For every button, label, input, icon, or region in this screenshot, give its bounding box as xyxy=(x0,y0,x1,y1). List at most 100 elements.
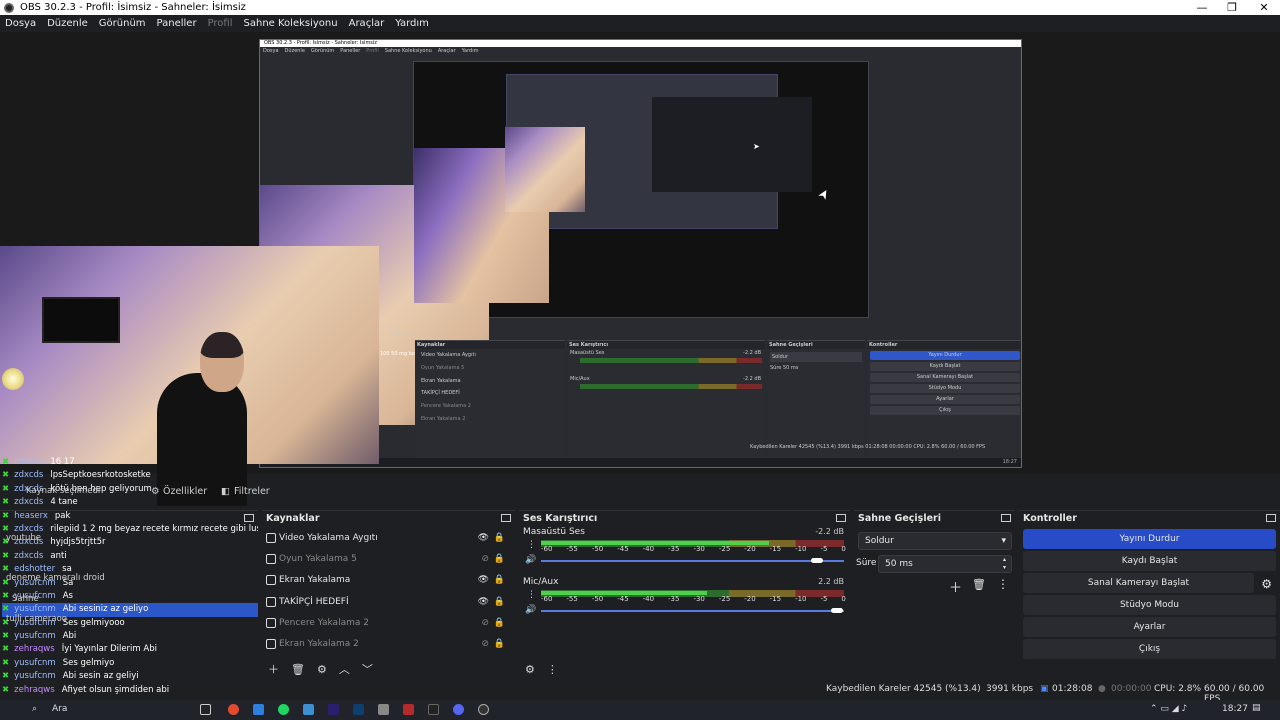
undock-icon[interactable] xyxy=(1266,514,1276,522)
nested-sources: Kaynaklar Video Yakalama Aygıtı Oyun Yak… xyxy=(415,340,565,460)
meter-scale: -60 -55 -50 -45 -40 -35 -30 -25 -20 -15 -10 -5 0 xyxy=(541,545,846,553)
scene-item[interactable]: Sahne xyxy=(12,594,39,604)
menu-scene-collection[interactable]: Sahne Koleksiyonu xyxy=(244,18,338,29)
source-item[interactable]: Ekran Yakalama 👁 🔒 xyxy=(262,570,515,591)
menu-profile[interactable]: Profil xyxy=(208,18,233,29)
source-item[interactable]: Video Yakalama Aygıtı 👁 🔒 xyxy=(262,527,515,548)
lock-icon[interactable]: 🔒 xyxy=(494,533,505,543)
menu-tools[interactable]: Araçlar xyxy=(349,18,385,29)
windows-taskbar: ⌕ Ara ⌃ ▭ ◢ ♪ 18:27 ▤ xyxy=(0,700,1280,720)
visibility-icon[interactable]: 👁 xyxy=(478,575,489,585)
volume-knob[interactable] xyxy=(831,608,843,613)
terminal-icon[interactable] xyxy=(428,704,439,715)
lock-icon[interactable]: 🔒 xyxy=(494,554,505,564)
scene-item[interactable]: youtube xyxy=(6,533,41,543)
source-item[interactable]: TAKİPÇİ HEDEFİ 👁 🔒 xyxy=(262,591,515,612)
more-icon[interactable]: ⋮ xyxy=(527,590,536,600)
obs-taskbar-icon[interactable] xyxy=(478,704,489,715)
menu-view[interactable]: Görünüm xyxy=(99,18,146,29)
exit-button[interactable]: Çıkış xyxy=(1023,639,1276,659)
notification-icon[interactable]: ▤ xyxy=(1252,703,1261,713)
transition-select[interactable]: Soldur ▾ xyxy=(858,532,1012,550)
nested-studio-mode: Stüdyo Modu xyxy=(870,384,1020,393)
menu-file[interactable]: Dosya xyxy=(5,18,36,29)
chat-user: zdxcds xyxy=(14,470,44,481)
taskbar-search[interactable]: Ara xyxy=(52,704,67,714)
premiere-icon[interactable] xyxy=(328,704,339,715)
speaker-icon[interactable]: 🔊 xyxy=(525,555,536,565)
studio-mode-button[interactable]: Stüdyo Modu xyxy=(1023,595,1276,615)
more-icon[interactable]: ⋮ xyxy=(547,663,558,676)
scene-item[interactable]: tulli cameraoo xyxy=(6,614,67,624)
app-icon[interactable] xyxy=(378,704,389,715)
volume-slider[interactable] xyxy=(541,560,844,562)
obs-logo-icon xyxy=(4,2,14,13)
volume-slider[interactable] xyxy=(541,610,844,612)
visibility-icon[interactable]: ⊘ xyxy=(481,639,489,649)
chevron-up-icon[interactable]: ︿ xyxy=(339,661,350,677)
visibility-icon[interactable]: ⊘ xyxy=(481,618,489,628)
lock-icon[interactable]: 🔒 xyxy=(494,618,505,628)
duration-input[interactable]: 50 ms ▴ ▾ xyxy=(878,555,1012,573)
menu-help[interactable]: Yardım xyxy=(395,18,429,29)
edge-icon[interactable] xyxy=(253,704,264,715)
settings-button[interactable]: Ayarlar xyxy=(1023,617,1276,637)
chat-user: zdxcds xyxy=(14,550,44,561)
nested-mixer-desktop: Masaüstü Ses -2.2 dB xyxy=(567,349,765,364)
volume-knob[interactable] xyxy=(810,558,823,563)
trash-icon[interactable]: 🗑 xyxy=(972,578,986,591)
task-view-icon[interactable] xyxy=(200,704,211,715)
start-recording-button[interactable]: Kaydı Başlat xyxy=(1023,551,1276,571)
visibility-icon[interactable]: 👁 xyxy=(478,533,489,543)
restore-button[interactable]: ❐ xyxy=(1216,0,1248,15)
search-icon[interactable]: ⌕ xyxy=(32,704,37,714)
menu-edit[interactable]: Düzenle xyxy=(47,18,88,29)
spotify-icon[interactable] xyxy=(278,704,289,715)
nested-menu: Dosya Düzenle Görünüm Paneller Profil Sahne K… xyxy=(260,47,1021,55)
chrome-icon[interactable] xyxy=(228,704,239,715)
gear-icon[interactable]: ⚙ xyxy=(1261,577,1272,591)
more-icon[interactable]: ⋮ xyxy=(527,540,536,550)
scale-tick: -45 xyxy=(617,595,629,603)
discord-icon[interactable] xyxy=(453,704,464,715)
gear-icon[interactable]: ⚙ xyxy=(317,663,327,676)
close-button[interactable]: ✕ xyxy=(1248,0,1280,15)
scene-item[interactable]: deneme kameralı droid xyxy=(6,573,105,583)
trash-icon[interactable]: 🗑 xyxy=(291,663,305,676)
menu-docks[interactable]: Paneller xyxy=(157,18,197,29)
record-icon: ● xyxy=(1098,684,1106,694)
lock-icon[interactable]: 🔒 xyxy=(494,597,505,607)
scale-tick: -30 xyxy=(693,595,705,603)
undock-icon[interactable] xyxy=(1001,514,1011,522)
nested-mixer-desktop-label: Masaüstü Ses xyxy=(570,350,605,356)
source-item[interactable]: Ekran Yakalama 2 ⊘ 🔒 xyxy=(262,633,515,654)
source-name: Ekran Yakalama 2 xyxy=(279,639,359,650)
controls-title: Kontroller xyxy=(1023,513,1077,524)
add-icon[interactable]: ＋ xyxy=(268,661,279,677)
lock-icon[interactable]: 🔒 xyxy=(494,575,505,585)
add-icon[interactable]: ＋ xyxy=(949,577,962,596)
more-icon[interactable]: ⋮ xyxy=(997,577,1009,591)
app-icon[interactable] xyxy=(403,704,414,715)
virtual-camera-button[interactable]: Sanal Kamerayı Başlat xyxy=(1023,573,1254,593)
speaker-icon[interactable]: 🔊 xyxy=(525,605,536,615)
nested-cursor-icon: ➤ xyxy=(753,142,760,151)
visibility-icon[interactable]: 👁 xyxy=(478,597,489,607)
undock-icon[interactable] xyxy=(836,514,846,522)
source-item[interactable]: Pencere Yakalama 2 ⊘ 🔒 xyxy=(262,612,515,633)
stop-stream-button[interactable]: Yayını Durdur xyxy=(1023,529,1276,549)
photoshop-icon[interactable] xyxy=(353,704,364,715)
chevron-down-icon[interactable]: ﹀ xyxy=(362,661,373,677)
chat-text: pak xyxy=(54,510,71,521)
gear-icon[interactable]: ⚙ xyxy=(525,663,535,676)
lock-icon[interactable]: 🔒 xyxy=(494,639,505,649)
nested-source-item: Video Yakalama Aygıtı xyxy=(421,352,476,358)
minimize-button[interactable]: — xyxy=(1186,0,1218,15)
undock-icon[interactable] xyxy=(501,514,511,522)
nested-title: OBS 30.2.3 - Profil: İsimsiz - Sahneler:… xyxy=(260,40,1021,47)
steam-icon[interactable] xyxy=(303,704,314,715)
scale-tick: -55 xyxy=(566,595,578,603)
source-item[interactable]: Oyun Yakalama 5 ⊘ 🔒 xyxy=(262,548,515,569)
source-type-icon xyxy=(266,532,276,543)
visibility-icon[interactable]: ⊘ xyxy=(481,554,489,564)
